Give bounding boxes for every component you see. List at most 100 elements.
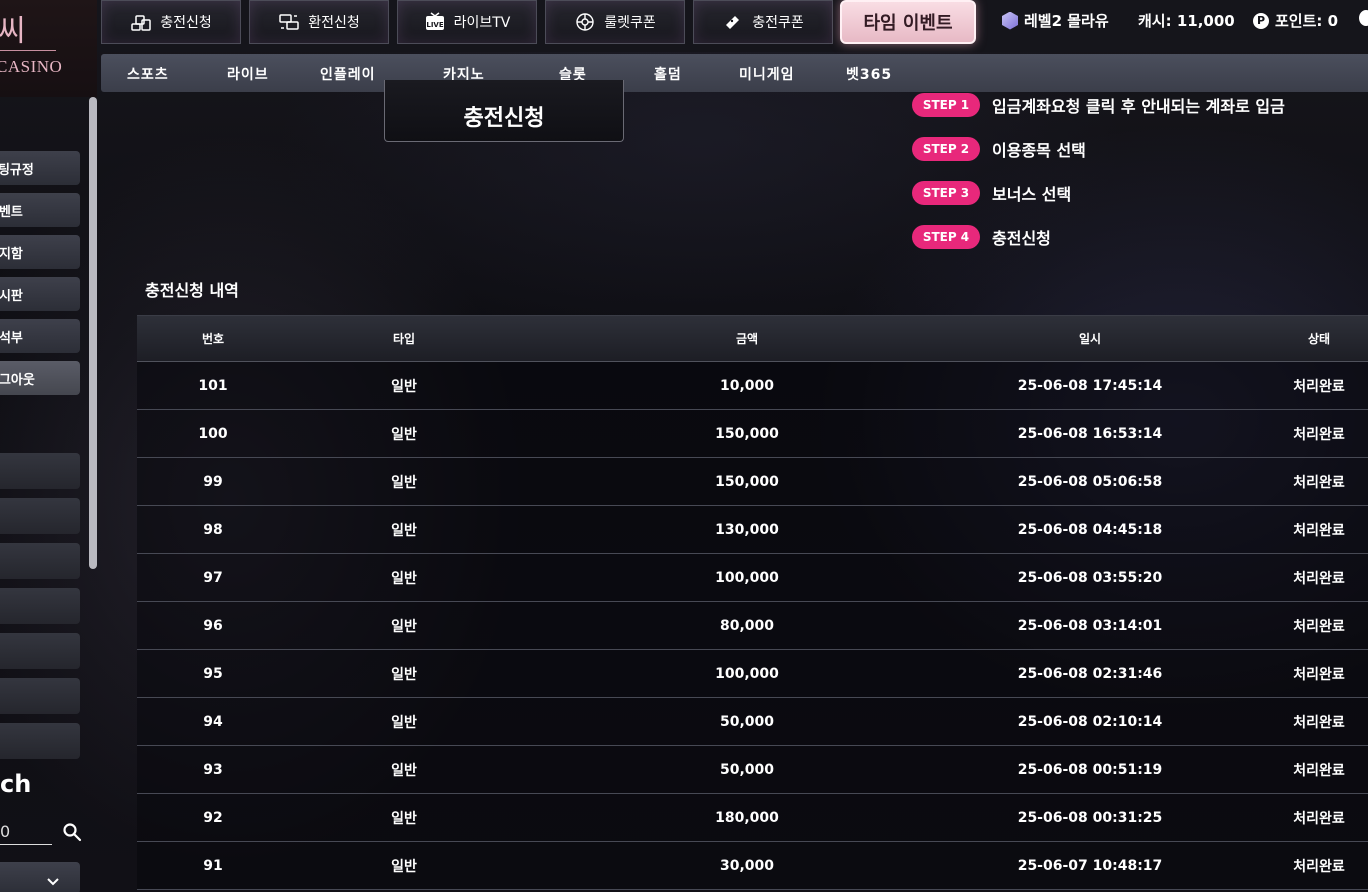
row-type: 일반 (391, 762, 417, 779)
nav-bet365[interactable]: 벳365 (846, 64, 892, 84)
row-type: 일반 (391, 810, 417, 827)
sidebar-item-logout[interactable]: 로그아웃 (0, 361, 80, 395)
row-amount: 50,000 (719, 713, 775, 730)
main-nav: 스포츠 라이브 인플레이 카지노 슬롯 홀덤 미니게임 벳365 (101, 54, 1368, 92)
step-3: STEP 3 보너스 선택 (912, 181, 1071, 205)
table-row: 96 일반 80,000 25-06-08 03:14:01 처리완료 (137, 602, 1368, 650)
nav-holdem[interactable]: 홀덤 (654, 64, 682, 84)
nav-minigame[interactable]: 미니게임 (739, 64, 795, 84)
sidebar-game-slot-5[interactable] (0, 633, 80, 669)
row-number: 97 (203, 569, 223, 586)
nav-live[interactable]: 라이브 (227, 64, 269, 84)
row-amount: 130,000 (715, 521, 779, 538)
step-text: 보너스 선택 (992, 185, 1072, 204)
table-row: 93 일반 50,000 25-06-08 00:51:19 처리완료 (137, 746, 1368, 794)
row-number: 92 (203, 809, 223, 826)
table-header: 번호 타입 금액 일시 상태 (137, 315, 1368, 362)
row-datetime: 25-06-08 00:51:19 (1017, 761, 1163, 778)
row-amount: 100,000 (715, 665, 779, 682)
level-gem-icon (1002, 11, 1018, 30)
search-input[interactable] (0, 819, 52, 845)
live-tv-button[interactable]: LIVE 라이브TV (397, 0, 537, 44)
time-event-button[interactable]: 타임 이벤트 (840, 0, 976, 44)
sidebar-game-slot-3[interactable] (0, 543, 80, 579)
sidebar-item-inbox[interactable]: 쪽지함 (0, 235, 80, 269)
row-amount: 150,000 (715, 473, 779, 490)
header-datetime: 일시 (1078, 332, 1102, 346)
roulette-icon (574, 11, 596, 33)
top-bar: 충전신청 환전신청 LIVE 라이브TV 룰렛쿠폰 충전쿠폰 타임 이벤트 레벨… (97, 0, 1368, 52)
row-type: 일반 (391, 618, 417, 635)
step-badge: STEP 1 (912, 93, 980, 117)
row-datetime: 25-06-08 03:14:01 (1017, 617, 1163, 634)
deposit-request-button[interactable]: 충전신청 (101, 0, 241, 44)
sidebar-scrollbar[interactable] (89, 97, 97, 569)
roulette-coupon-button[interactable]: 룰렛쿠폰 (545, 0, 685, 44)
table-row: 91 일반 30,000 25-06-07 10:48:17 처리완료 (137, 842, 1368, 890)
row-datetime: 25-06-08 04:45:18 (1017, 521, 1163, 538)
table-row: 97 일반 100,000 25-06-08 03:55:20 처리완료 (137, 554, 1368, 602)
row-datetime: 25-06-08 03:55:20 (1017, 569, 1163, 586)
row-datetime: 25-06-08 05:06:58 (1017, 473, 1163, 490)
site-logo[interactable]: 씨 CASINO (0, 0, 97, 97)
point-coin-icon: P (1253, 12, 1269, 29)
step-badge: STEP 3 (912, 181, 980, 205)
row-amount: 50,000 (719, 761, 775, 778)
row-datetime: 25-06-07 10:48:17 (1017, 857, 1163, 874)
sidebar-item-label: 출석부 (0, 330, 23, 346)
sidebar-game-slot-1[interactable] (0, 453, 80, 489)
logo-korean-text: 씨 (0, 14, 26, 49)
deposit-request-tab[interactable]: 충전신청 (384, 80, 624, 142)
table-body: 101 일반 10,000 25-06-08 17:45:14 처리완료 100 일반 150… (137, 362, 1368, 890)
sidebar-game-slot-2[interactable] (0, 498, 80, 534)
row-status: 처리완료 (1293, 474, 1345, 491)
row-status: 처리완료 (1293, 426, 1345, 443)
row-number: 96 (203, 617, 223, 634)
header-number: 번호 (201, 332, 225, 346)
row-amount: 30,000 (719, 857, 775, 874)
row-type: 일반 (391, 714, 417, 731)
step-text: 이용종목 선택 (992, 141, 1086, 160)
step-text: 충전신청 (992, 229, 1051, 248)
step-2: STEP 2 이용종목 선택 (912, 137, 1086, 161)
table-row: 99 일반 150,000 25-06-08 05:06:58 처리완료 (137, 458, 1368, 506)
profile-icon[interactable] (1359, 10, 1368, 26)
roulette-coupon-label: 룰렛쿠폰 (604, 15, 656, 31)
row-amount: 150,000 (715, 425, 779, 442)
ticket-icon (722, 11, 744, 33)
row-datetime: 25-06-08 00:31:25 (1017, 809, 1163, 826)
user-level[interactable]: 레벨2 몰라유 (1002, 10, 1109, 31)
sidebar-item-event[interactable]: 이벤트 (0, 193, 80, 227)
table-row: 95 일반 100,000 25-06-08 02:31:46 처리완료 (137, 650, 1368, 698)
sidebar-game-slot-4[interactable] (0, 588, 80, 624)
header-type: 타입 (392, 332, 416, 346)
charge-coupon-button[interactable]: 충전쿠폰 (693, 0, 833, 44)
sidebar-select[interactable] (0, 862, 80, 892)
sidebar-game-slot-7[interactable] (0, 723, 80, 759)
row-status: 처리완료 (1293, 378, 1345, 395)
row-type: 일반 (391, 570, 417, 587)
user-points-text: 포인트: 0 (1275, 12, 1339, 30)
row-number: 95 (203, 665, 223, 682)
nav-inplay[interactable]: 인플레이 (320, 64, 376, 84)
sidebar-item-label: 쪽지함 (0, 246, 23, 262)
sidebar-item-attendance[interactable]: 출석부 (0, 319, 80, 353)
table-row: 100 일반 150,000 25-06-08 16:53:14 처리완료 (137, 410, 1368, 458)
sidebar-game-slot-6[interactable] (0, 678, 80, 714)
sidebar-item-betting-rules[interactable]: 베팅규정 (0, 151, 80, 185)
sidebar-item-label: 이벤트 (0, 204, 23, 220)
search-title: ch (0, 770, 32, 798)
user-cash: 캐시: 11,000 (1138, 10, 1235, 31)
nav-sports[interactable]: 스포츠 (127, 64, 169, 84)
row-type: 일반 (391, 858, 417, 875)
row-datetime: 25-06-08 02:31:46 (1017, 665, 1163, 682)
sidebar-item-board[interactable]: 게시판 (0, 277, 80, 311)
row-number: 91 (203, 857, 223, 874)
row-datetime: 25-06-08 16:53:14 (1017, 425, 1163, 442)
svg-text:LIVE: LIVE (426, 21, 443, 29)
row-type: 일반 (391, 474, 417, 491)
search-icon[interactable] (62, 822, 82, 842)
withdraw-request-button[interactable]: 환전신청 (249, 0, 389, 44)
row-amount: 80,000 (719, 617, 775, 634)
row-number: 100 (198, 425, 228, 442)
